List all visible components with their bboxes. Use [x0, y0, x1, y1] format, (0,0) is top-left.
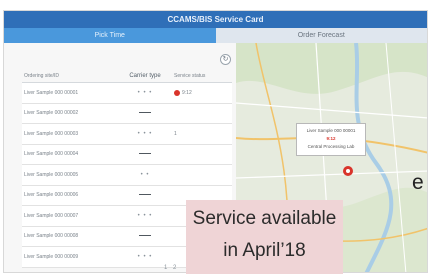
row-carrier: [120, 151, 170, 157]
row-site: Liver Sample 000 00005: [24, 171, 79, 178]
row-carrier: • • •: [137, 212, 153, 219]
callout-status: 9:12: [326, 136, 336, 141]
row-site: Liver Sample 000 00007: [24, 212, 79, 219]
tab-pick-time[interactable]: Pick Time: [4, 28, 216, 43]
dash-mark: [139, 112, 151, 114]
banner-line-1: Service available: [192, 208, 337, 229]
row-site: Liver Sample 000 00008: [24, 233, 79, 240]
table-row[interactable]: Liver Sample 000 00005 • •: [22, 165, 232, 186]
slide-text-fragment: e: [412, 171, 424, 194]
row-carrier: [120, 192, 170, 198]
callout-location: Central Processing Lab: [307, 144, 355, 149]
row-site: Liver Sample 000 00001: [24, 89, 79, 96]
table-row[interactable]: Liver Sample 000 00002: [22, 103, 232, 124]
availability-banner: Service available in April’18: [186, 200, 343, 274]
dash-mark: [139, 194, 151, 196]
table-row[interactable]: Liver Sample 000 00003 • • • 1: [22, 124, 232, 145]
tab-order-forecast[interactable]: Order Forecast: [215, 28, 427, 43]
red-status-dot-icon: [174, 89, 180, 96]
table-header: Ordering site/ID Carrier type Service st…: [22, 69, 232, 83]
col-header-status: Service status: [174, 72, 206, 79]
table-row[interactable]: Liver Sample 000 00001 • • • 9:12: [22, 83, 232, 104]
row-site: Liver Sample 000 00006: [24, 192, 79, 199]
row-carrier: • •: [140, 171, 150, 178]
window-title: CCAMS/BIS Service Card: [4, 11, 427, 28]
refresh-icon[interactable]: ↻: [220, 54, 231, 65]
dash-mark: [139, 235, 151, 237]
row-status-text: 9:12: [182, 89, 192, 96]
col-header-site: Ordering site/ID: [24, 73, 60, 79]
table-row[interactable]: Liver Sample 000 00004: [22, 144, 232, 165]
row-carrier: • • •: [137, 130, 153, 137]
map-callout: Liver Sample 000 00001 9:12 Central Proc…: [296, 123, 366, 156]
row-site: Liver Sample 000 00002: [24, 110, 79, 117]
dash-mark: [139, 153, 151, 155]
row-carrier: [120, 110, 170, 116]
callout-title: Liver Sample 000 00001: [306, 128, 356, 133]
row-status: 9:12: [170, 89, 232, 96]
row-site: Liver Sample 000 00004: [24, 151, 79, 158]
tab-bar: Pick Time Order Forecast: [4, 28, 427, 43]
row-carrier: • • •: [137, 89, 153, 96]
banner-line-2: in April’18: [223, 240, 306, 261]
row-status: 1: [174, 130, 177, 137]
slide-canvas: CCAMS/BIS Service Card Pick Time Order F…: [0, 0, 433, 278]
row-site: Liver Sample 000 00003: [24, 130, 79, 137]
row-site: Liver Sample 000 00009: [24, 253, 79, 260]
col-header-carrier: Carrier type: [129, 73, 161, 79]
row-carrier: [120, 233, 170, 239]
pagination[interactable]: 1 2: [164, 265, 178, 271]
row-carrier: • • •: [137, 253, 153, 260]
